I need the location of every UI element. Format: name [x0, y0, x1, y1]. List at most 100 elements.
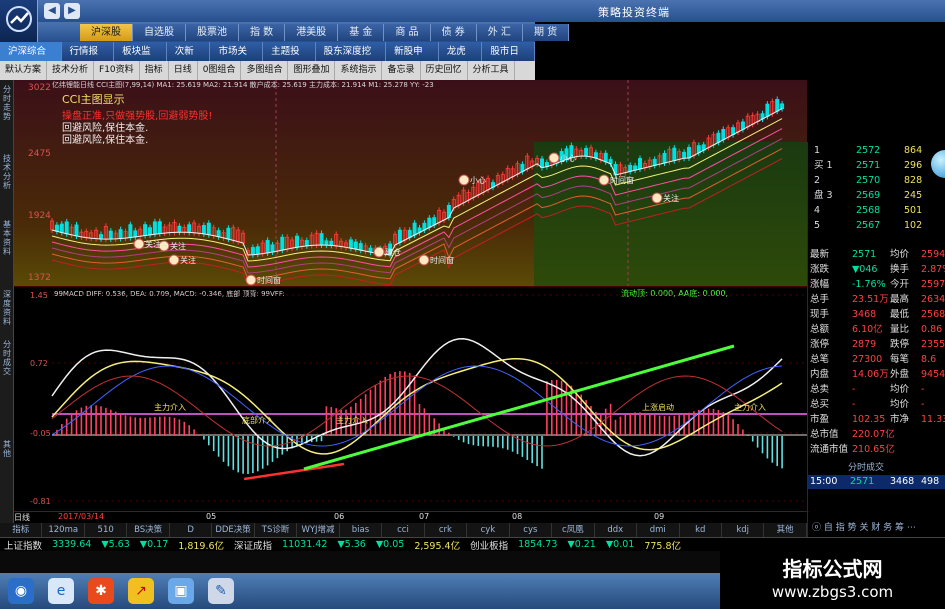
function-tab[interactable]: 股东深度挖掘: [316, 42, 387, 76]
app-icon[interactable]: ✱: [88, 578, 114, 604]
macd-histogram-bar: [649, 413, 651, 436]
forward-arrow-icon[interactable]: ▶: [64, 3, 80, 19]
top-menu-item[interactable]: 港美股: [285, 24, 339, 41]
index-change: ▼5.63: [101, 539, 130, 550]
indicator-tab[interactable]: WYJ增减: [297, 523, 340, 537]
quote-panel: 1 2572 864 买 1 2571 296 2 2570 828 盘 3 2569 245 4 256…: [807, 142, 945, 537]
indicator-tab[interactable]: 510: [85, 523, 128, 537]
top-menu-item[interactable]: 指 数: [239, 24, 286, 41]
toolbar-button[interactable]: 日线: [169, 61, 198, 80]
stat-key: 跌停: [890, 339, 910, 350]
ie-icon[interactable]: e: [48, 578, 74, 604]
index-name[interactable]: 创业板指: [470, 538, 508, 552]
quote-bottom-tabs[interactable]: ⓞ 自 指 势 关 财 务 筹 ⋯: [812, 520, 916, 533]
function-tab[interactable]: 行情报价: [62, 42, 115, 76]
toolbar-button[interactable]: 默认方案: [0, 61, 48, 80]
bid-price: 2571: [856, 160, 881, 171]
indicator-tab[interactable]: BS决策: [127, 523, 170, 537]
function-tab[interactable]: 次新股: [167, 42, 211, 76]
toolbar-button[interactable]: 0图组合: [198, 61, 242, 80]
stat-value: -: [921, 384, 925, 395]
toolbar-button[interactable]: 指标: [140, 61, 169, 80]
top-menu-item[interactable]: 商 品: [384, 24, 431, 41]
macd-histogram-bar: [163, 416, 166, 436]
document-icon[interactable]: ✎: [208, 578, 234, 604]
indicator-tab[interactable]: kd: [680, 523, 722, 537]
indicator-tab[interactable]: ddx: [595, 523, 638, 537]
macd-histogram-bar: [114, 411, 117, 436]
left-tab[interactable]: 分时成交: [1, 340, 13, 376]
macd-histogram-bar: [75, 410, 78, 436]
toolbar-button[interactable]: 系统指示: [335, 61, 383, 80]
top-menu-item[interactable]: 沪深股: [80, 24, 133, 41]
legend-title: CCI主图显示: [62, 93, 125, 106]
indicator-tab[interactable]: dmi: [637, 523, 680, 537]
function-tab[interactable]: 沪深综合屏: [0, 42, 62, 76]
stat-value: 14.06万: [852, 369, 889, 380]
toolbar-button[interactable]: 技术分析: [47, 61, 95, 80]
back-arrow-icon[interactable]: ◀: [44, 3, 60, 19]
window-icon[interactable]: ▣: [168, 578, 194, 604]
macd-histogram-bar: [379, 380, 382, 436]
indicator-tab[interactable]: 120ma: [42, 523, 85, 537]
left-tab[interactable]: 技术分析: [1, 154, 13, 190]
index-name[interactable]: 上证指数: [4, 538, 42, 552]
candle-body: [353, 241, 358, 250]
indicator-tab[interactable]: DDE决策: [212, 523, 255, 537]
toolbar-button[interactable]: 分析工具: [468, 61, 515, 80]
bid-row: 1 2572 864: [808, 144, 945, 158]
function-tab[interactable]: 新股申购: [386, 42, 439, 76]
function-tab[interactable]: 主题投资: [263, 42, 316, 76]
indicator-tab[interactable]: kdj: [722, 523, 765, 537]
trading-app-icon[interactable]: ↗: [128, 578, 154, 604]
index-name[interactable]: 深证成指: [234, 538, 272, 552]
left-tab[interactable]: 基本资料: [1, 220, 13, 256]
start-orb-icon[interactable]: ◉: [8, 578, 34, 604]
indicator-tab[interactable]: crk: [425, 523, 468, 537]
toolbar-button[interactable]: F10资料: [94, 61, 140, 80]
indicator-tab[interactable]: c凤凰: [552, 523, 595, 537]
indicator-tab[interactable]: cyk: [467, 523, 510, 537]
top-menu-item[interactable]: 基 金: [338, 24, 385, 41]
top-menu-item[interactable]: 期 货: [522, 24, 570, 41]
indicator-tab[interactable]: D: [170, 523, 213, 537]
indicator-tab[interactable]: bias: [340, 523, 383, 537]
function-tab[interactable]: 市场关注: [210, 42, 264, 76]
toolbar-button[interactable]: 历史回忆: [421, 61, 468, 80]
toolbar-button[interactable]: 备忘录: [382, 61, 421, 80]
macd-chart[interactable]: 99MACD DIFF: 0.536, DEA: 0.709, MACD: -0…: [14, 285, 807, 511]
indicator-tab[interactable]: TS诊断: [255, 523, 298, 537]
candle-body: [638, 158, 643, 170]
bid-level: 5: [814, 220, 821, 231]
stat-row: 总买 - 均价 -: [808, 398, 945, 412]
stat-value: -: [852, 384, 856, 395]
main-price-chart[interactable]: 3022 2475 1924 1372 亿纬锂能日线 CCI主图(7,99,14) MA…: [14, 80, 807, 286]
candle-body: [152, 221, 157, 235]
left-tab[interactable]: 其他: [1, 440, 13, 458]
left-tab[interactable]: 深度资料: [1, 290, 13, 326]
function-tab[interactable]: 股市日历: [482, 42, 536, 76]
left-tab[interactable]: 分时走势: [1, 85, 13, 121]
annotation-label: 时间窗: [257, 275, 281, 285]
annotation-label: 关注: [145, 239, 161, 249]
top-menu-item[interactable]: 自选股: [133, 24, 186, 41]
top-menu-item[interactable]: 债 券: [430, 24, 477, 41]
indicator-tab[interactable]: 指标: [0, 523, 43, 537]
date-axis-label: 日线: [14, 513, 30, 522]
legend-line: 操盘正准,只做强势股,回避弱势股!: [62, 109, 212, 122]
function-tab[interactable]: 板块监控: [114, 42, 167, 76]
price-axis-label: 2475: [28, 149, 51, 159]
toolbar-button[interactable]: 图形叠加: [288, 61, 336, 80]
stat-key: 流通市值: [810, 444, 849, 455]
top-menu-item[interactable]: 外 汇: [476, 24, 523, 41]
macd-histogram-bar: [65, 418, 68, 436]
macd-histogram-bar: [487, 436, 489, 447]
top-menu-item[interactable]: 股票池: [186, 24, 239, 41]
indicator-tab[interactable]: cci: [382, 523, 425, 537]
indicator-tab[interactable]: 其他: [764, 523, 807, 537]
function-tab[interactable]: 龙虎榜: [439, 42, 483, 76]
stat-key: 量比: [890, 324, 910, 335]
toolbar-button[interactable]: 多图组合: [241, 61, 289, 80]
indicator-tab[interactable]: cys: [510, 523, 553, 537]
macd-histogram-bar: [477, 436, 480, 446]
